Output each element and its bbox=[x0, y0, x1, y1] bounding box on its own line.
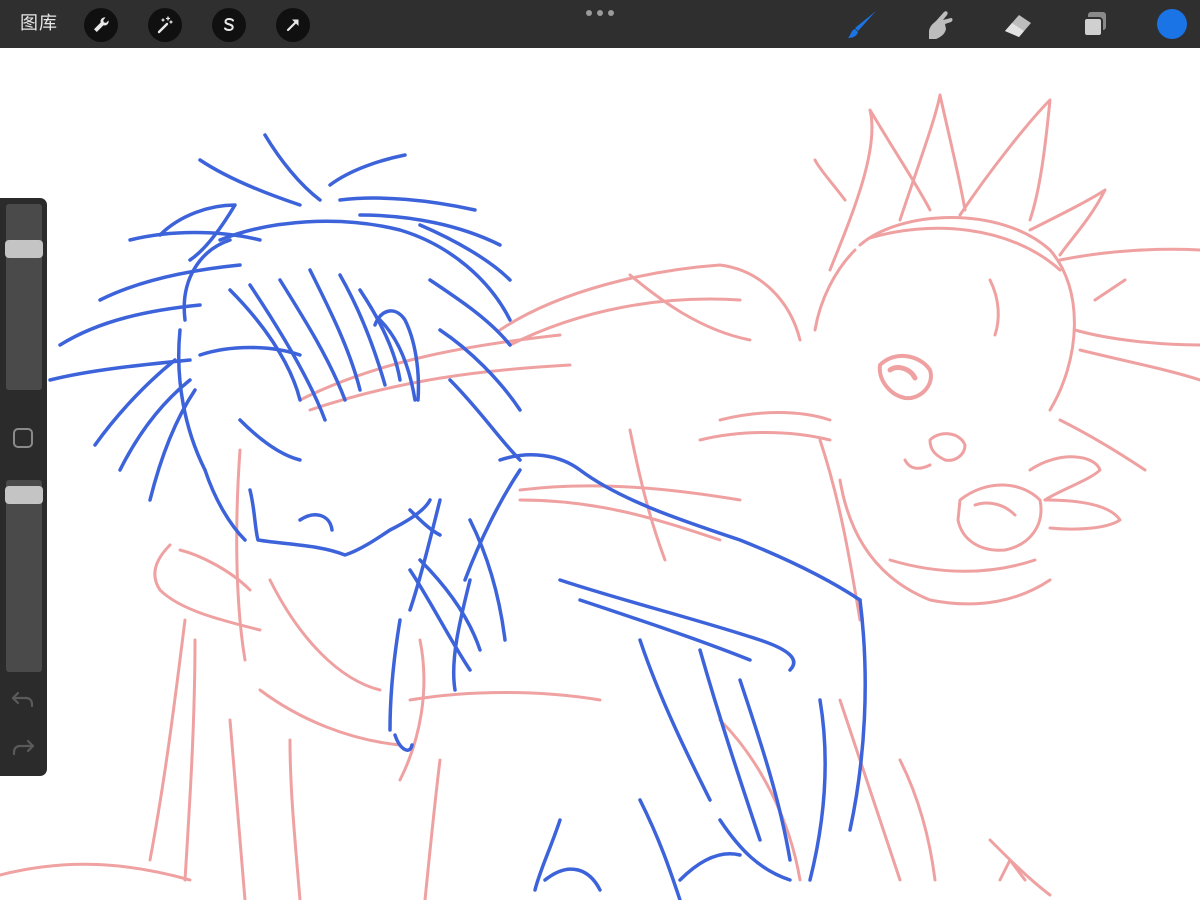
brush-size-slider[interactable] bbox=[5, 204, 43, 390]
red-sketch-strokes bbox=[0, 93, 1200, 900]
more-dots-icon bbox=[586, 10, 592, 16]
undo-icon[interactable] bbox=[10, 688, 36, 710]
more-options-button[interactable] bbox=[586, 8, 614, 18]
redo-icon[interactable] bbox=[10, 736, 36, 758]
brush-icon[interactable] bbox=[846, 9, 878, 41]
magic-wand-icon bbox=[157, 16, 173, 34]
drawing-canvas[interactable] bbox=[0, 48, 1200, 900]
eraser-icon[interactable] bbox=[1002, 9, 1034, 41]
sketch-artwork bbox=[0, 93, 1200, 900]
layers-icon[interactable] bbox=[1080, 9, 1112, 41]
opacity-slider[interactable] bbox=[5, 480, 43, 672]
blue-sketch-strokes bbox=[48, 133, 867, 900]
gallery-button[interactable]: 图库 bbox=[20, 12, 58, 36]
selection-button[interactable] bbox=[212, 8, 246, 42]
adjustments-button[interactable] bbox=[148, 8, 182, 42]
arrow-cursor-icon bbox=[286, 19, 299, 32]
smudge-finger-icon[interactable] bbox=[924, 9, 956, 41]
transform-button[interactable] bbox=[276, 8, 310, 42]
opacity-thumb[interactable] bbox=[5, 486, 43, 504]
square-modifier-icon[interactable] bbox=[13, 428, 33, 448]
brush-size-thumb[interactable] bbox=[5, 240, 43, 258]
selection-s-icon bbox=[224, 17, 234, 32]
color-swatch[interactable] bbox=[1157, 9, 1187, 39]
wrench-icon bbox=[94, 17, 109, 32]
actions-button[interactable] bbox=[84, 8, 118, 42]
left-sidebar bbox=[0, 198, 47, 776]
top-toolbar: 图库 bbox=[0, 0, 1200, 48]
